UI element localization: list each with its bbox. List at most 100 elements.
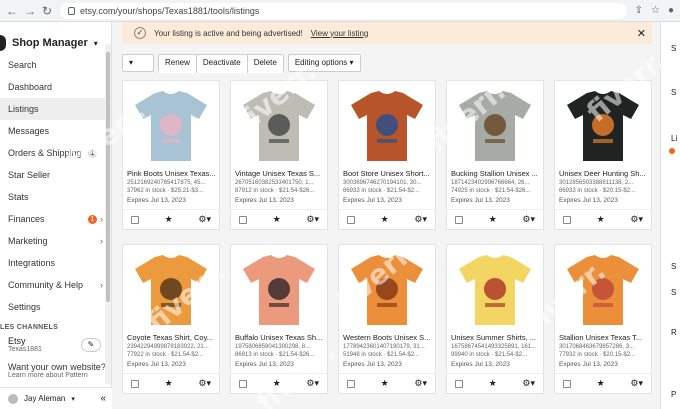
- star-icon[interactable]: ★: [165, 378, 173, 389]
- listing-card[interactable]: Boot Store Unisex Short... 30036967462701…: [338, 80, 436, 230]
- deactivate-button[interactable]: Deactivate: [196, 55, 248, 73]
- listing-checkbox[interactable]: [455, 379, 463, 388]
- listing-image[interactable]: [345, 87, 429, 165]
- listing-image[interactable]: [237, 251, 321, 329]
- renew-button[interactable]: Renew: [159, 55, 197, 73]
- listing-checkbox[interactable]: [563, 379, 571, 388]
- sidebar-item-label: Community & Help: [8, 280, 84, 290]
- view-listing-link[interactable]: View your listing: [311, 29, 369, 38]
- listing-title[interactable]: Vintage Unisex Texas S...: [231, 165, 327, 178]
- listing-checkbox[interactable]: [455, 215, 463, 224]
- listing-card[interactable]: Western Boots Unisex S... 177894236014​07…: [338, 244, 436, 394]
- select-all-dropdown[interactable]: ▾: [122, 54, 154, 72]
- listing-checkbox[interactable]: [131, 215, 139, 224]
- gear-icon[interactable]: ⚙▾: [522, 378, 535, 389]
- gear-icon[interactable]: ⚙▾: [522, 214, 535, 225]
- star-icon[interactable]: ★: [273, 378, 281, 389]
- collapse-sidebar-icon[interactable]: «: [100, 393, 106, 404]
- star-icon[interactable]: ★: [165, 214, 173, 225]
- profile-icon[interactable]: ●: [668, 5, 674, 16]
- listing-title[interactable]: Western Boots Unisex S...: [339, 329, 435, 342]
- radio-selected-icon[interactable]: [669, 148, 675, 154]
- sidebar-item-dashboard[interactable]: Dashboard: [0, 76, 111, 98]
- listing-checkbox[interactable]: [347, 379, 355, 388]
- listing-card[interactable]: Buffalo Unisex Texas Sh... 197580685904​1…: [230, 244, 328, 394]
- listing-card[interactable]: Vintage Unisex Texas S... 267051603825334…: [230, 80, 328, 230]
- sidebar-item-settings[interactable]: Settings: [0, 296, 111, 318]
- close-icon[interactable]: ✕: [637, 27, 646, 40]
- listing-image[interactable]: [345, 251, 429, 329]
- share-icon[interactable]: ⇪: [635, 5, 643, 16]
- promo-subtext[interactable]: Learn more about Pattern: [0, 372, 111, 379]
- gear-icon[interactable]: ⚙▾: [198, 378, 211, 389]
- tshirt-image: [135, 255, 207, 325]
- star-icon[interactable]: ★: [381, 214, 389, 225]
- listing-title[interactable]: Buffalo Unisex Texas Sh...: [231, 329, 327, 342]
- listing-title[interactable]: Boot Store Unisex Short...: [339, 165, 435, 178]
- sidebar-item-finances[interactable]: Finances 1 ›: [0, 208, 111, 230]
- gear-icon[interactable]: ⚙▾: [198, 214, 211, 225]
- sidebar-scrollbar[interactable]: [105, 44, 111, 384]
- listing-image[interactable]: [453, 251, 537, 329]
- promo-text[interactable]: Want your own website?: [0, 362, 111, 372]
- sidebar-item-search[interactable]: Search: [0, 54, 111, 76]
- listing-image[interactable]: [561, 87, 645, 165]
- sidebar-item-stats[interactable]: Stats: [0, 186, 111, 208]
- listing-title[interactable]: Unisex Summer Shirts, ...: [447, 329, 543, 342]
- star-icon[interactable]: ★: [597, 214, 605, 225]
- listing-title[interactable]: Bucking Stallion Unisex ...: [447, 165, 543, 178]
- listing-checkbox[interactable]: [347, 215, 355, 224]
- listing-checkbox[interactable]: [131, 379, 139, 388]
- gear-icon[interactable]: ⚙▾: [306, 378, 319, 389]
- listing-checkbox[interactable]: [563, 215, 571, 224]
- listing-card[interactable]: Pink Boots Unisex Texas... 25121692407654…: [122, 80, 220, 230]
- listing-image[interactable]: [453, 87, 537, 165]
- bookmark-star-icon[interactable]: ☆: [651, 5, 660, 16]
- gear-icon[interactable]: ⚙▾: [630, 378, 643, 389]
- gear-icon[interactable]: ⚙▾: [414, 214, 427, 225]
- gear-icon[interactable]: ⚙▾: [414, 378, 427, 389]
- gear-icon[interactable]: ⚙▾: [630, 214, 643, 225]
- forward-icon[interactable]: →: [24, 4, 36, 18]
- listing-image[interactable]: [561, 251, 645, 329]
- listing-checkbox[interactable]: [239, 379, 247, 388]
- account-menu[interactable]: Jay Aleman ▾ «: [0, 387, 112, 409]
- listing-card[interactable]: Stallion Unisex Texas T... 301706846367​9…: [554, 244, 652, 394]
- sidebar-item-orders-shipping[interactable]: Orders & Shipping 1: [0, 142, 111, 164]
- star-icon[interactable]: ★: [381, 378, 389, 389]
- listing-expiry: Expires Jul 13, 2023: [451, 361, 510, 368]
- listing-image[interactable]: [129, 87, 213, 165]
- listing-card[interactable]: Bucking Stallion Unisex ... 1871423402996…: [446, 80, 544, 230]
- back-icon[interactable]: ←: [6, 4, 18, 18]
- listing-title[interactable]: Unisex Deer Hunting Sh...: [555, 165, 651, 178]
- listing-card[interactable]: Unisex Summer Shirts, ... 167586745414933…: [446, 244, 544, 394]
- listing-stock-price: 99940 in stock · $21.54-$2...: [451, 352, 528, 358]
- editing-options-dropdown[interactable]: Editing options ▾: [287, 54, 361, 72]
- listing-card[interactable]: Unisex Deer Hunting Sh... 301285650338881…: [554, 80, 652, 230]
- listing-title[interactable]: Stallion Unisex Texas T...: [555, 329, 651, 342]
- listing-card[interactable]: Coyote Texas Shirt, Coy... 23942294999878…: [122, 244, 220, 394]
- sidebar-item-star-seller[interactable]: Star Seller: [0, 164, 111, 186]
- sidebar-item-marketing[interactable]: Marketing ›: [0, 230, 111, 252]
- gear-icon[interactable]: ⚙▾: [306, 214, 319, 225]
- reload-icon[interactable]: ↻: [42, 4, 52, 18]
- delete-button[interactable]: Delete: [247, 55, 283, 73]
- listing-title[interactable]: Pink Boots Unisex Texas...: [123, 165, 219, 178]
- listing-checkbox[interactable]: [239, 215, 247, 224]
- sidebar-item-integrations[interactable]: Integrations: [0, 252, 111, 274]
- scrollbar-thumb[interactable]: [106, 52, 110, 302]
- sidebar-channel-etsy[interactable]: Etsy Texas1881 ✎: [0, 336, 111, 362]
- listing-image[interactable]: [237, 87, 321, 165]
- listing-image[interactable]: [129, 251, 213, 329]
- star-icon[interactable]: ★: [273, 214, 281, 225]
- star-icon[interactable]: ★: [489, 214, 497, 225]
- sidebar-item-messages[interactable]: Messages: [0, 120, 111, 142]
- sidebar-item-community-help[interactable]: Community & Help ›: [0, 274, 111, 296]
- sidebar-header[interactable]: Shop Manager ▾: [0, 22, 111, 54]
- sidebar-item-listings[interactable]: Listings: [0, 98, 111, 120]
- edit-pencil-icon[interactable]: ✎: [81, 338, 101, 352]
- star-icon[interactable]: ★: [489, 378, 497, 389]
- listing-title[interactable]: Coyote Texas Shirt, Coy...: [123, 329, 219, 342]
- star-icon[interactable]: ★: [597, 378, 605, 389]
- address-bar[interactable]: etsy.com/your/shops/Texas1881/tools/list…: [60, 2, 627, 19]
